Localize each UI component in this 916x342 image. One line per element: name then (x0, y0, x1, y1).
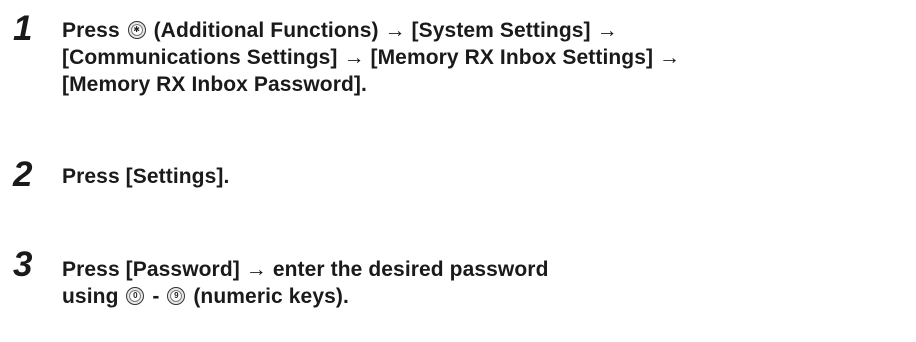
step-number: 2 (13, 155, 33, 194)
step-instruction: Press [Password] → enter the desired pas… (62, 256, 912, 310)
step-number: 3 (13, 245, 33, 284)
instruction-text: - (146, 285, 166, 308)
additional-functions-key-icon: ✱ (127, 21, 146, 39)
instruction-text: using (62, 285, 125, 308)
instruction-line: using 0 - 9 (numeric keys). (62, 283, 912, 310)
instruction-text: (numeric keys). (187, 285, 349, 308)
instruction-line: Press [Password] → enter the desired pas… (62, 258, 549, 281)
instruction-text: Press (62, 19, 126, 42)
instruction-line: [Communications Settings] → [Memory RX I… (62, 46, 681, 69)
step-instruction: Press ✱ (Additional Functions) → [System… (62, 17, 912, 98)
numeric-key-9-icon: 9 (167, 287, 186, 305)
step-number: 1 (13, 9, 33, 48)
step-instruction: Press [Settings]. (62, 163, 912, 190)
numeric-key-0-icon: 0 (126, 287, 145, 305)
instruction-text: (Additional Functions) → [System Setting… (147, 19, 618, 42)
instruction-line: Press [Settings]. (62, 165, 230, 188)
instruction-line: [Memory RX Inbox Password]. (62, 73, 367, 96)
instruction-line: Press ✱ (Additional Functions) → [System… (62, 17, 912, 44)
